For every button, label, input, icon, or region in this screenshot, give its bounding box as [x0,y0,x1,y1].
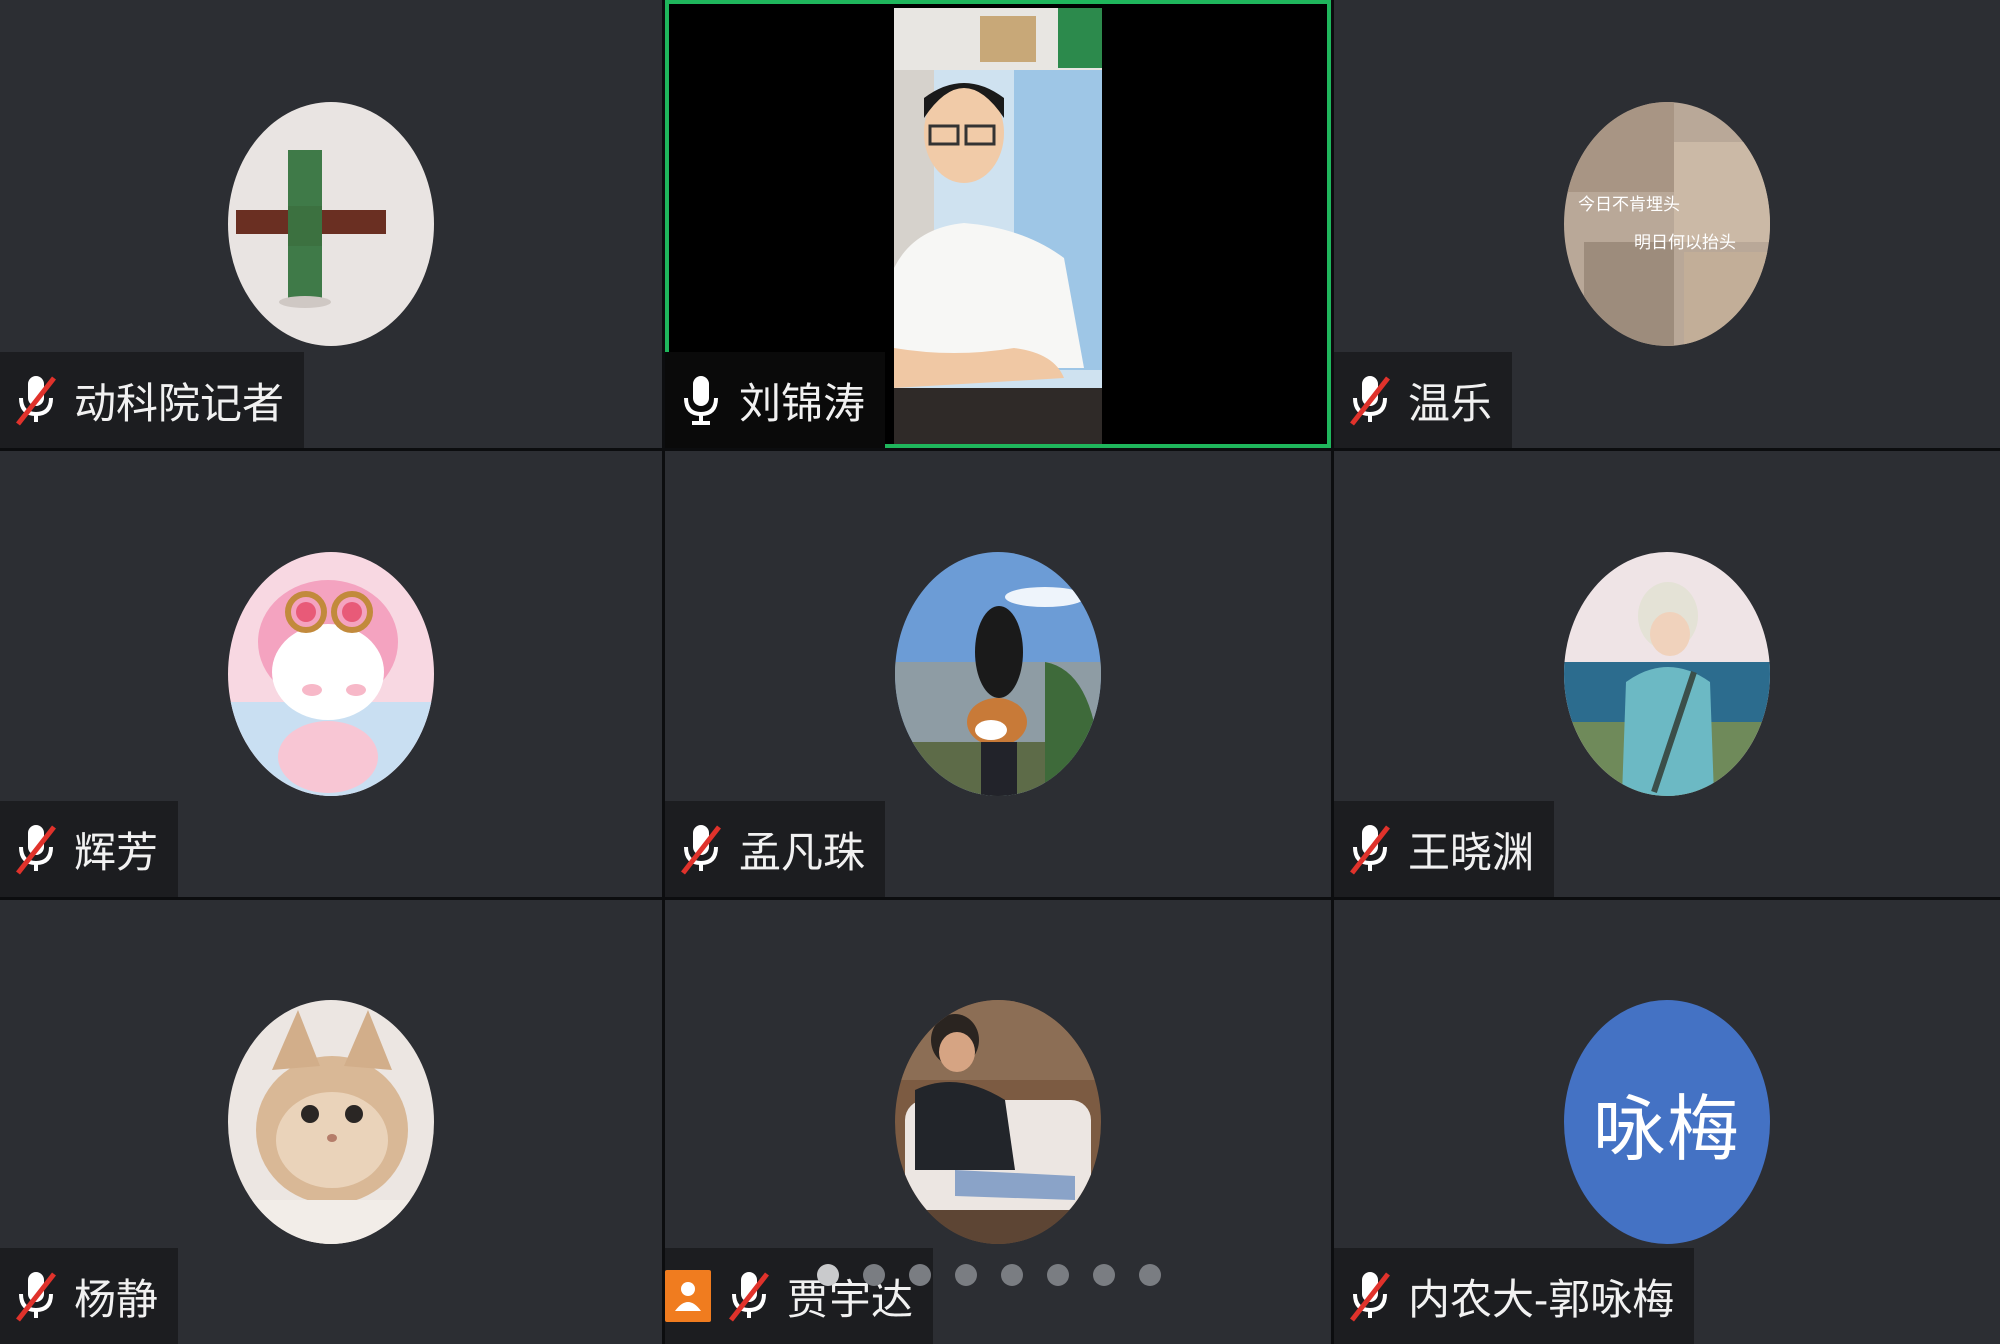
cat-photo-icon [228,1000,434,1244]
girl-with-dog-icon [895,552,1101,796]
participant-name: 孟凡珠 [739,827,866,877]
participant-name: 动科院记者 [74,378,285,428]
participant-tile[interactable]: 王晓渊 [1334,451,2000,897]
muted-mic-icon[interactable] [12,372,60,428]
participant-name: 杨静 [74,1274,159,1324]
participant-tile[interactable]: 辉芳 [0,451,662,897]
pink-bunny-cartoon-icon [228,552,434,796]
illustrated-person-sea-icon [1564,552,1770,796]
participant-name: 温乐 [1408,378,1493,428]
page-dot[interactable] [1093,1264,1115,1286]
host-badge-icon [665,1270,711,1322]
svg-text:今日不肯埋头: 今日不肯埋头 [1578,195,1680,215]
muted-mic-icon[interactable] [1346,1268,1394,1324]
muted-mic-icon[interactable] [1346,372,1394,428]
muted-mic-icon[interactable] [1346,821,1394,877]
lego-cross-icon [228,102,434,346]
page-dot[interactable] [1001,1264,1023,1286]
page-dot[interactable] [955,1264,977,1286]
participant-name: 王晓渊 [1408,827,1535,877]
participant-tile[interactable]: 杨静 [0,900,662,1344]
page-indicator[interactable] [817,1264,1161,1286]
participant-label: 贾宇达 [665,1248,934,1344]
muted-mic-icon[interactable] [677,821,725,877]
participant-label: 温乐 [1334,352,1513,448]
participant-label: 王晓渊 [1334,801,1555,897]
participant-tile[interactable]: 孟凡珠 [665,451,1331,897]
participant-tile[interactable]: 动科院记者 [0,0,662,448]
collage-text-icon: 今日不肯埋头 明日何以抬头 [1564,102,1770,346]
participant-label: 杨静 [0,1248,179,1344]
muted-mic-icon[interactable] [12,1268,60,1324]
mic-icon[interactable] [677,372,725,428]
page-dot[interactable] [1047,1264,1069,1286]
page-dot[interactable] [863,1264,885,1286]
participant-label: 内农大-郭咏梅 [1334,1248,1695,1344]
participant-label: 辉芳 [0,801,179,897]
participant-tile-active[interactable]: 刘锦涛 [665,0,1331,448]
muted-mic-icon[interactable] [12,821,60,877]
participant-name: 内农大-郭咏梅 [1408,1274,1675,1324]
initials-avatar: 咏梅 [1564,1000,1770,1244]
muted-mic-icon[interactable] [725,1268,773,1324]
participant-tile[interactable]: 咏梅 内农大-郭咏梅 [1334,900,2000,1344]
participant-label: 动科院记者 [0,352,305,448]
participant-name: 辉芳 [74,827,159,877]
man-on-sofa-icon [895,1000,1101,1244]
video-feed [894,8,1102,444]
page-dot[interactable] [909,1264,931,1286]
page-dot[interactable] [817,1264,839,1286]
video-grid: 动科院记者 刘锦涛 今日不肯埋头 明日何以抬头 温乐 辉芳 孟凡珠 王晓渊 杨静… [0,0,2000,1344]
participant-tile[interactable]: 今日不肯埋头 明日何以抬头 温乐 [1334,0,2000,448]
participant-name: 刘锦涛 [739,378,866,428]
participant-label: 孟凡珠 [665,801,886,897]
participant-label: 刘锦涛 [665,352,886,448]
svg-text:明日何以抬头: 明日何以抬头 [1634,233,1736,253]
page-dot[interactable] [1139,1264,1161,1286]
